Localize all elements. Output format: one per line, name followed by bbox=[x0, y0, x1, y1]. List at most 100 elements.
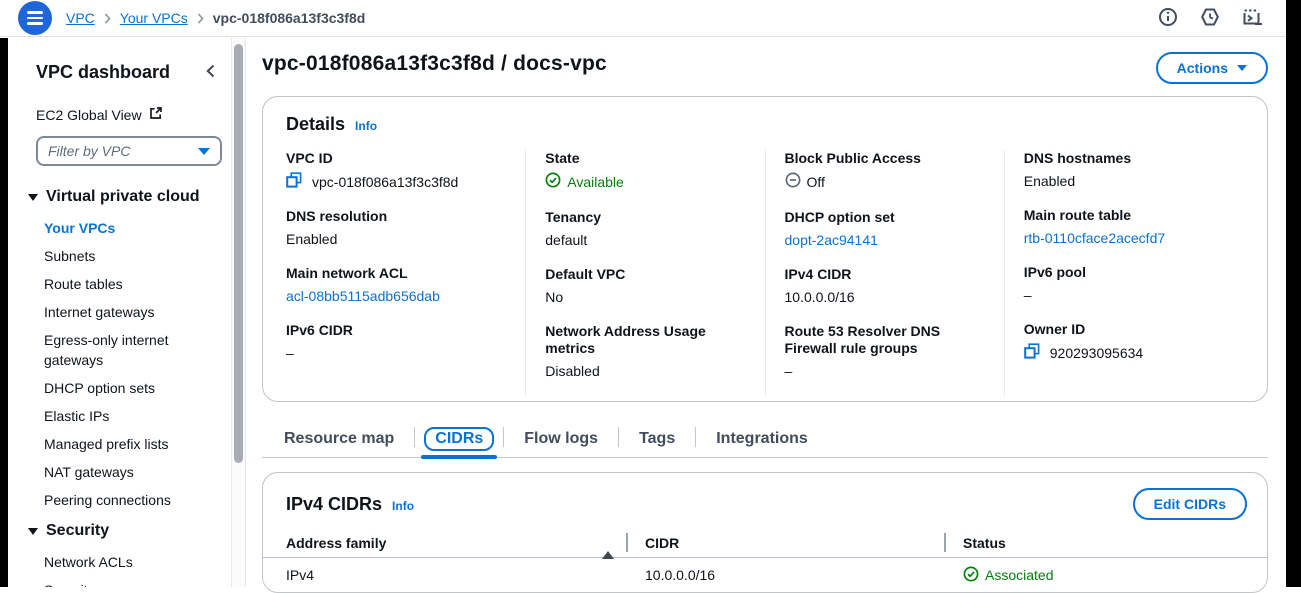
field-ipv6-cidr: IPv6 CIDR – bbox=[286, 322, 509, 362]
field-route53-resolver-dns-firewall-rule-groups: Route 53 Resolver DNS Firewall rule grou… bbox=[785, 323, 988, 380]
dhcp-option-set-link[interactable]: dopt-2ac94141 bbox=[785, 232, 878, 248]
tab-integrations[interactable]: Integrations bbox=[696, 421, 828, 457]
copy-icon bbox=[286, 172, 302, 191]
ipv4-cidrs-table: Address family CIDR Status IPv4 10.0.0.0… bbox=[263, 528, 1267, 592]
field-main-network-acl: Main network ACL acl-08bb5115adb656dab bbox=[286, 265, 509, 305]
field-ipv6-pool: IPv6 pool – bbox=[1024, 264, 1227, 304]
copy-icon bbox=[1024, 343, 1040, 362]
sidebar-item-your-vpcs[interactable]: Your VPCs bbox=[44, 218, 194, 238]
field-vpc-id: VPC ID vpc-018f086a13f3c3f8d bbox=[286, 150, 509, 191]
status-text: Associated bbox=[985, 567, 1053, 583]
ipv4-cidrs-title: IPv4 CIDRs bbox=[286, 494, 382, 515]
sidebar-item-dhcp-option-sets[interactable]: DHCP option sets bbox=[44, 378, 194, 398]
hamburger-icon bbox=[27, 11, 43, 14]
external-link-icon bbox=[149, 106, 163, 123]
main-network-acl-link[interactable]: acl-08bb5115adb656dab bbox=[286, 288, 440, 304]
tab-cidrs[interactable]: CIDRs bbox=[415, 421, 503, 457]
details-info-link[interactable]: Info bbox=[355, 119, 377, 133]
column-header-cidr[interactable]: CIDR bbox=[626, 528, 944, 557]
sidebar: VPC dashboard EC2 Global View Virtual pr… bbox=[8, 38, 231, 587]
page-title: vpc-018f086a13f3c3f8d / docs-vpc bbox=[262, 52, 607, 76]
field-main-route-table: Main route table rtb-0110cface2acecfd7 bbox=[1024, 207, 1227, 247]
sidebar-section-security[interactable]: Security bbox=[28, 522, 221, 540]
ipv4-cidrs-info-link[interactable]: Info bbox=[392, 499, 414, 513]
sidebar-scrollbar[interactable] bbox=[231, 38, 246, 587]
edit-cidrs-button[interactable]: Edit CIDRs bbox=[1133, 488, 1247, 520]
field-default-vpc: Default VPC No bbox=[545, 266, 748, 306]
breadcrumb: VPC Your VPCs vpc-018f086a13f3c3f8d bbox=[66, 10, 365, 26]
info-button[interactable] bbox=[1158, 7, 1178, 30]
chevron-down-icon bbox=[198, 148, 210, 155]
field-dhcp-option-set: DHCP option set dopt-2ac94141 bbox=[785, 209, 988, 249]
sidebar-item-route-tables[interactable]: Route tables bbox=[44, 274, 194, 294]
details-panel: Details Info VPC ID vpc-018f086a13f3c3f8… bbox=[262, 96, 1268, 402]
sidebar-item-peering-connections[interactable]: Peering connections bbox=[44, 490, 194, 510]
breadcrumb-vpc-link[interactable]: VPC bbox=[66, 10, 95, 26]
sidebar-item-network-acls[interactable]: Network ACLs bbox=[44, 552, 194, 572]
section-expand-icon bbox=[28, 528, 38, 535]
history-button[interactable] bbox=[1200, 7, 1220, 30]
detail-tabs: Resource map CIDRs Flow logs Tags Integr… bbox=[262, 421, 1268, 458]
main-content: vpc-018f086a13f3c3f8d / docs-vpc Actions… bbox=[247, 38, 1286, 587]
sidebar-collapse-button[interactable] bbox=[200, 60, 221, 85]
field-state: State Available bbox=[545, 150, 748, 192]
field-ipv4-cidr: IPv4 CIDR 10.0.0.0/16 bbox=[785, 266, 988, 306]
status-badge: Associated bbox=[963, 566, 1267, 585]
field-dns-resolution: DNS resolution Enabled bbox=[286, 208, 509, 248]
tab-resource-map[interactable]: Resource map bbox=[262, 421, 414, 457]
sidebar-item-internet-gateways[interactable]: Internet gateways bbox=[44, 302, 194, 322]
vpc-id-value: vpc-018f086a13f3c3f8d bbox=[312, 173, 458, 191]
sidebar-item-egress-only-internet-gateways[interactable]: Egress-only internet gateways bbox=[44, 330, 194, 370]
field-network-address-usage-metrics: Network Address Usage metrics Disabled bbox=[545, 323, 748, 380]
check-circle-icon bbox=[963, 566, 979, 585]
sidebar-section-virtual-private-cloud[interactable]: Virtual private cloud bbox=[28, 188, 221, 206]
sidebar-item-subnets[interactable]: Subnets bbox=[44, 246, 194, 266]
sort-ascending-icon bbox=[602, 535, 614, 551]
scrollbar-thumb[interactable] bbox=[234, 44, 243, 463]
copy-owner-id-button[interactable] bbox=[1024, 343, 1040, 362]
ec2-global-view-link[interactable]: EC2 Global View bbox=[36, 106, 221, 123]
hamburger-menu-button[interactable] bbox=[18, 1, 52, 35]
details-title: Details bbox=[286, 114, 345, 135]
breadcrumb-your-vpcs-link[interactable]: Your VPCs bbox=[120, 10, 188, 26]
topbar-utilities bbox=[1158, 7, 1264, 30]
collapse-left-icon bbox=[206, 66, 215, 81]
history-hexagon-icon bbox=[1200, 7, 1220, 30]
actions-button[interactable]: Actions bbox=[1156, 52, 1268, 84]
right-edge-strip bbox=[1286, 0, 1301, 587]
block-public-access-value: Off bbox=[807, 173, 825, 191]
cloudshell-button[interactable] bbox=[1242, 7, 1264, 30]
state-value: Available bbox=[567, 173, 624, 191]
field-tenancy: Tenancy default bbox=[545, 209, 748, 249]
sidebar-item-security-groups[interactable]: Security groups bbox=[44, 580, 194, 587]
section-expand-icon bbox=[28, 194, 38, 201]
actions-button-label: Actions bbox=[1177, 60, 1228, 76]
edit-cidrs-button-label: Edit CIDRs bbox=[1154, 496, 1226, 512]
top-navigation-bar: VPC Your VPCs vpc-018f086a13f3c3f8d bbox=[0, 0, 1286, 37]
sidebar-item-nat-gateways[interactable]: NAT gateways bbox=[44, 462, 194, 482]
copy-vpc-id-button[interactable] bbox=[286, 172, 302, 191]
breadcrumb-chevron-icon bbox=[197, 13, 204, 24]
sidebar-title: VPC dashboard bbox=[36, 62, 170, 83]
tab-tags[interactable]: Tags bbox=[619, 421, 695, 457]
owner-id-value: 920293095634 bbox=[1050, 344, 1143, 362]
section-label: Security bbox=[46, 522, 109, 540]
cell-address-family: IPv4 bbox=[286, 567, 626, 583]
cloudshell-terminal-icon bbox=[1242, 7, 1264, 30]
left-edge-strip bbox=[0, 38, 8, 587]
field-owner-id: Owner ID 920293095634 bbox=[1024, 321, 1227, 362]
field-block-public-access: Block Public Access Off bbox=[785, 150, 988, 192]
breadcrumb-current-page: vpc-018f086a13f3c3f8d bbox=[213, 10, 366, 26]
vpc-filter-input[interactable] bbox=[48, 143, 188, 159]
sidebar-item-managed-prefix-lists[interactable]: Managed prefix lists bbox=[44, 434, 194, 454]
main-route-table-link[interactable]: rtb-0110cface2acecfd7 bbox=[1024, 230, 1165, 246]
column-header-status[interactable]: Status bbox=[944, 528, 1267, 557]
ipv4-cidrs-panel: IPv4 CIDRs Info Edit CIDRs Address famil… bbox=[262, 472, 1268, 593]
tab-flow-logs[interactable]: Flow logs bbox=[504, 421, 618, 457]
breadcrumb-chevron-icon bbox=[104, 13, 111, 24]
sidebar-item-elastic-ips[interactable]: Elastic IPs bbox=[44, 406, 194, 426]
chevron-down-icon bbox=[1237, 65, 1247, 71]
column-header-address-family[interactable]: Address family bbox=[286, 528, 626, 557]
vpc-filter-select[interactable] bbox=[36, 136, 222, 166]
minus-circle-icon bbox=[785, 172, 801, 192]
